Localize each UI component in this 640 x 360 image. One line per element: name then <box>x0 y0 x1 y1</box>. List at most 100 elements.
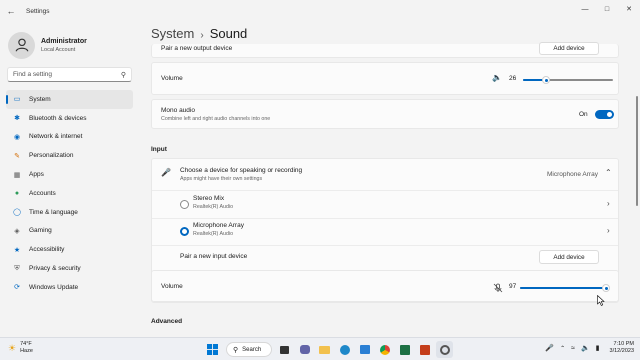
wifi-icon: ◉ <box>13 133 21 141</box>
bluetooth-icon: ✱ <box>14 115 20 123</box>
breadcrumb-separator: › <box>200 30 204 41</box>
profile[interactable]: Administrator Local Account <box>0 22 140 62</box>
sidebar-item-gaming[interactable]: ◈ Gaming <box>6 222 133 241</box>
sidebar-item-system[interactable]: ▭ System <box>6 90 133 109</box>
mono-audio-desc: Combine left and right audio channels in… <box>161 116 271 122</box>
settings-app-icon[interactable] <box>436 341 453 358</box>
pair-input-label: Pair a new input device <box>180 253 248 260</box>
advanced-section-heading: Advanced <box>151 318 183 325</box>
chevron-right-icon[interactable]: › <box>607 226 610 235</box>
sidebar-item-label: Apps <box>29 171 44 179</box>
sidebar-item-network-internet[interactable]: ◉ Network & internet <box>6 128 133 147</box>
sidebar-nav: ▭ System ✱ Bluetooth & devices ◉ Network & in… <box>0 90 140 297</box>
output-volume-thumb[interactable] <box>542 76 551 84</box>
input-chooser-header[interactable]: 🎤 Choose a device for speaking or record… <box>152 159 618 190</box>
output-volume-value: 26 <box>509 75 517 82</box>
sidebar-item-accessibility[interactable]: ★ Accessibility <box>6 240 133 259</box>
input-device-name: Microphone Array <box>193 222 244 229</box>
battery-icon[interactable]: ▮ <box>596 344 600 352</box>
store-icon[interactable] <box>356 341 373 358</box>
system-tray: 🎤 ⌃ ≈ 🔈 ▮ 7:10 PM 3/12/2023 <box>539 341 634 355</box>
input-device-name: Stereo Mix <box>193 195 225 202</box>
sidebar-item-windows-update[interactable]: ⟳ Windows Update <box>6 278 133 297</box>
weather-icon: ☀ <box>8 342 17 353</box>
sidebar-item-apps[interactable]: ▦ Apps <box>6 165 133 184</box>
close-icon[interactable]: ✕ <box>618 0 640 18</box>
brush-icon: ✎ <box>14 152 20 160</box>
weather-temp: 74°F <box>20 341 32 347</box>
maximize-icon[interactable]: □ <box>596 0 618 18</box>
update-icon: ⟳ <box>14 284 20 292</box>
person-icon: ● <box>14 189 20 197</box>
chrome-icon[interactable] <box>376 341 393 358</box>
title-bar: ← Settings — □ ✕ <box>0 0 640 22</box>
sidebar-item-label: Time & language <box>29 208 78 216</box>
sidebar-item-label: Personalization <box>29 152 74 160</box>
pair-output-row: Pair a new output device Add device <box>151 42 619 58</box>
sidebar-item-accounts[interactable]: ● Accounts <box>6 184 133 203</box>
minimize-icon[interactable]: — <box>574 0 596 18</box>
input-device-row[interactable]: Microphone Array Realtek(R) Audio › <box>152 218 618 245</box>
taskbar-search[interactable]: ⚲ Search <box>226 342 272 357</box>
input-selected-device: Microphone Array <box>547 171 598 178</box>
input-volume-thumb[interactable] <box>602 284 611 292</box>
wifi-icon[interactable]: ≈ <box>571 345 575 352</box>
speaker-icon[interactable]: 🔈 <box>492 73 502 82</box>
weather-widget[interactable]: ☀ 74°F Haze <box>8 341 33 355</box>
sidebar-item-label: System <box>29 95 51 103</box>
sidebar-item-personalization[interactable]: ✎ Personalization <box>6 146 133 165</box>
chevron-up-tray-icon[interactable]: ⌃ <box>560 345 565 352</box>
clock-time: 7:10 PM <box>613 341 634 347</box>
volume-icon[interactable]: 🔈 <box>581 344 590 352</box>
powerpoint-icon[interactable] <box>416 341 433 358</box>
input-device-radio[interactable] <box>180 200 189 209</box>
search-box[interactable]: ⚲ <box>7 67 132 82</box>
clock[interactable]: 7:10 PM 3/12/2023 <box>610 341 634 355</box>
output-volume-label: Volume <box>161 75 183 82</box>
microphone-tray-icon[interactable]: 🎤 <box>545 344 554 352</box>
sidebar-item-label: Privacy & security <box>29 265 81 273</box>
main-scrollbar[interactable] <box>636 96 638 206</box>
mouse-cursor <box>597 293 605 306</box>
input-volume-slider[interactable] <box>520 284 611 292</box>
chevron-up-icon[interactable]: ⌃ <box>605 168 612 177</box>
sidebar-item-label: Accessibility <box>29 246 65 254</box>
chevron-right-icon[interactable]: › <box>607 199 610 208</box>
add-output-device-button[interactable]: Add device <box>539 42 599 55</box>
taskbar-search-label: Search <box>242 346 262 353</box>
edge-icon[interactable] <box>336 341 353 358</box>
sidebar-item-label: Windows Update <box>29 283 79 291</box>
person-avatar-icon <box>15 38 28 52</box>
shield-icon: ⛨ <box>14 264 20 272</box>
gamepad-icon: ◈ <box>14 227 20 235</box>
main-content: System › Sound Pair a new output device Ad… <box>151 22 621 337</box>
input-volume-value: 97 <box>509 283 517 290</box>
add-input-device-button[interactable]: Add device <box>539 250 599 264</box>
page-title-text: Sound <box>209 26 248 41</box>
input-volume-row: Volume 97 <box>151 270 619 302</box>
sidebar-item-label: Accounts <box>29 189 56 197</box>
accessibility-icon: ★ <box>13 246 21 254</box>
input-device-row[interactable]: Stereo Mix Realtek(R) Audio › <box>152 191 618 218</box>
mono-audio-toggle[interactable] <box>595 110 614 119</box>
input-volume-fill <box>520 287 607 289</box>
excel-icon[interactable] <box>396 341 413 358</box>
search-icon[interactable]: ⚲ <box>121 71 126 79</box>
microphone-muted-icon[interactable] <box>493 280 503 293</box>
sidebar-item-bluetooth-devices[interactable]: ✱ Bluetooth & devices <box>6 109 133 128</box>
breadcrumb-system[interactable]: System <box>151 26 194 41</box>
task-view-icon[interactable] <box>276 341 293 358</box>
back-arrow-icon[interactable]: ← <box>0 0 22 22</box>
input-device-radio[interactable] <box>180 227 189 236</box>
sidebar-item-privacy-security[interactable]: ⛨ Privacy & security <box>6 259 133 278</box>
output-volume-slider[interactable] <box>523 76 613 84</box>
pair-output-label: Pair a new output device <box>161 45 233 52</box>
sidebar-item-time-language[interactable]: ◯ Time & language <box>6 203 133 222</box>
input-volume-label: Volume <box>161 283 183 290</box>
file-explorer-icon[interactable] <box>316 341 333 358</box>
monitor-icon: ▭ <box>13 96 21 104</box>
search-input[interactable] <box>13 71 113 78</box>
chat-icon[interactable] <box>296 341 313 358</box>
mono-audio-state: On <box>579 111 588 118</box>
start-button[interactable] <box>204 341 221 358</box>
